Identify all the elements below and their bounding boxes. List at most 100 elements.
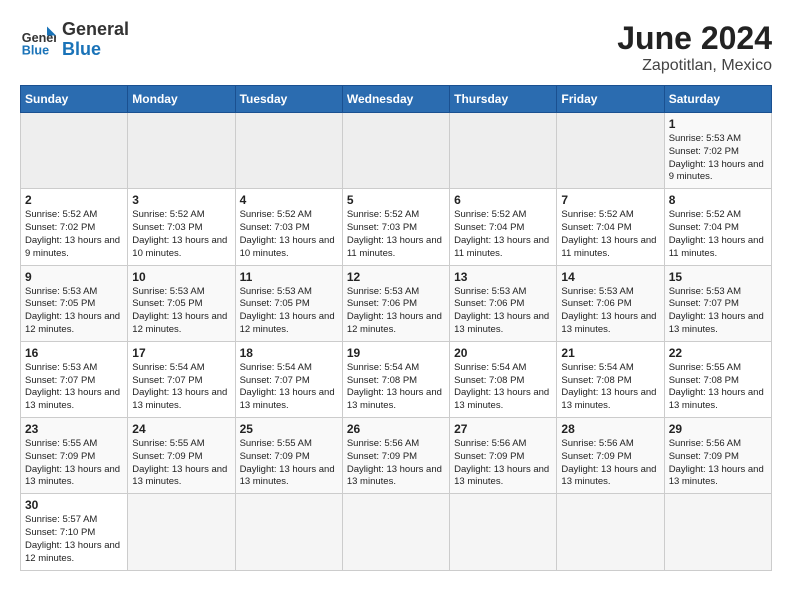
calendar-cell <box>342 113 449 189</box>
day-number: 14 <box>561 270 659 284</box>
svg-text:Blue: Blue <box>22 43 49 57</box>
day-number: 19 <box>347 346 445 360</box>
day-number: 6 <box>454 193 552 207</box>
calendar-cell: 17Sunrise: 5:54 AM Sunset: 7:07 PM Dayli… <box>128 341 235 417</box>
calendar-cell: 7 Sunrise: 5:52 AM Sunset: 7:04 PM Daylig… <box>557 189 664 265</box>
calendar-cell: 16 Sunrise: 5:53 AM Sunset: 7:07 PM Dayli… <box>21 341 128 417</box>
calendar-cell <box>450 494 557 570</box>
logo-icon: General Blue <box>20 22 56 58</box>
title-block: June 2024 Zapotitlan, Mexico <box>617 20 772 75</box>
calendar-cell: 27 Sunrise: 5:56 AM Sunset: 7:09 PM Dayli… <box>450 418 557 494</box>
day-number: 9 <box>25 270 123 284</box>
calendar-cell: 15Sunrise: 5:53 AM Sunset: 7:07 PM Dayli… <box>664 265 771 341</box>
day-info: Sunrise: 5:55 AM Sunset: 7:09 PM Dayligh… <box>240 438 338 489</box>
calendar-cell <box>450 113 557 189</box>
day-info: Sunrise: 5:55 AM Sunset: 7:08 PM Dayligh… <box>669 362 767 413</box>
day-info: Sunrise: 5:53 AM Sunset: 7:07 PM Dayligh… <box>669 286 767 337</box>
page-header: General Blue General Blue June 2024 Zapo… <box>20 20 772 75</box>
day-info: Sunrise: 5:52 AM Sunset: 7:03 PM Dayligh… <box>132 209 230 260</box>
calendar-cell: 18 Sunrise: 5:54 AM Sunset: 7:07 PM Dayli… <box>235 341 342 417</box>
day-info: Sunrise: 5:53 AM Sunset: 7:05 PM Dayligh… <box>132 286 230 337</box>
weekday-header-saturday: Saturday <box>664 86 771 113</box>
day-number: 25 <box>240 422 338 436</box>
day-info: Sunrise: 5:53 AM Sunset: 7:02 PM Dayligh… <box>669 133 767 184</box>
calendar-cell: 2 Sunrise: 5:52 AM Sunset: 7:02 PM Daylig… <box>21 189 128 265</box>
day-number: 7 <box>561 193 659 207</box>
day-info: Sunrise: 5:52 AM Sunset: 7:04 PM Dayligh… <box>669 209 767 260</box>
calendar-cell: 12Sunrise: 5:53 AM Sunset: 7:06 PM Dayli… <box>342 265 449 341</box>
day-number: 18 <box>240 346 338 360</box>
day-info: Sunrise: 5:54 AM Sunset: 7:08 PM Dayligh… <box>454 362 552 413</box>
day-info: Sunrise: 5:52 AM Sunset: 7:04 PM Dayligh… <box>561 209 659 260</box>
calendar-cell: 3 Sunrise: 5:52 AM Sunset: 7:03 PM Daylig… <box>128 189 235 265</box>
day-info: Sunrise: 5:53 AM Sunset: 7:07 PM Dayligh… <box>25 362 123 413</box>
weekday-header-thursday: Thursday <box>450 86 557 113</box>
calendar-cell: 22Sunrise: 5:55 AM Sunset: 7:08 PM Dayli… <box>664 341 771 417</box>
calendar-cell <box>664 494 771 570</box>
calendar-cell: 21Sunrise: 5:54 AM Sunset: 7:08 PM Dayli… <box>557 341 664 417</box>
calendar-cell <box>557 494 664 570</box>
day-number: 4 <box>240 193 338 207</box>
day-info: Sunrise: 5:53 AM Sunset: 7:06 PM Dayligh… <box>454 286 552 337</box>
calendar-cell: 5 Sunrise: 5:52 AM Sunset: 7:03 PM Daylig… <box>342 189 449 265</box>
day-number: 13 <box>454 270 552 284</box>
day-info: Sunrise: 5:56 AM Sunset: 7:09 PM Dayligh… <box>454 438 552 489</box>
calendar-cell: 30 Sunrise: 5:57 AM Sunset: 7:10 PM Dayli… <box>21 494 128 570</box>
calendar-cell: 29Sunrise: 5:56 AM Sunset: 7:09 PM Dayli… <box>664 418 771 494</box>
day-number: 5 <box>347 193 445 207</box>
day-number: 1 <box>669 117 767 131</box>
weekday-header-monday: Monday <box>128 86 235 113</box>
day-number: 30 <box>25 498 123 512</box>
calendar-cell: 24Sunrise: 5:55 AM Sunset: 7:09 PM Dayli… <box>128 418 235 494</box>
calendar-cell: 4Sunrise: 5:52 AM Sunset: 7:03 PM Daylig… <box>235 189 342 265</box>
calendar-cell: 8 Sunrise: 5:52 AM Sunset: 7:04 PM Daylig… <box>664 189 771 265</box>
calendar-table: SundayMondayTuesdayWednesdayThursdayFrid… <box>20 85 772 571</box>
page-title: June 2024 <box>617 20 772 57</box>
day-info: Sunrise: 5:55 AM Sunset: 7:09 PM Dayligh… <box>25 438 123 489</box>
calendar-cell: 13 Sunrise: 5:53 AM Sunset: 7:06 PM Dayli… <box>450 265 557 341</box>
calendar-cell <box>21 113 128 189</box>
day-number: 3 <box>132 193 230 207</box>
day-info: Sunrise: 5:57 AM Sunset: 7:10 PM Dayligh… <box>25 514 123 565</box>
weekday-header-sunday: Sunday <box>21 86 128 113</box>
day-info: Sunrise: 5:56 AM Sunset: 7:09 PM Dayligh… <box>561 438 659 489</box>
calendar-cell <box>128 494 235 570</box>
calendar-cell <box>342 494 449 570</box>
day-number: 12 <box>347 270 445 284</box>
day-info: Sunrise: 5:52 AM Sunset: 7:03 PM Dayligh… <box>347 209 445 260</box>
calendar-header: SundayMondayTuesdayWednesdayThursdayFrid… <box>21 86 772 113</box>
calendar-cell <box>557 113 664 189</box>
calendar-cell <box>235 494 342 570</box>
day-number: 28 <box>561 422 659 436</box>
day-info: Sunrise: 5:53 AM Sunset: 7:05 PM Dayligh… <box>25 286 123 337</box>
day-number: 27 <box>454 422 552 436</box>
calendar-cell <box>235 113 342 189</box>
calendar-cell: 26 Sunrise: 5:56 AM Sunset: 7:09 PM Dayli… <box>342 418 449 494</box>
day-number: 23 <box>25 422 123 436</box>
logo-text-blue: Blue <box>62 40 129 60</box>
day-info: Sunrise: 5:52 AM Sunset: 7:04 PM Dayligh… <box>454 209 552 260</box>
logo: General Blue General Blue <box>20 20 129 60</box>
calendar-cell: 1 Sunrise: 5:53 AM Sunset: 7:02 PM Daylig… <box>664 113 771 189</box>
calendar-cell: 11Sunrise: 5:53 AM Sunset: 7:05 PM Dayli… <box>235 265 342 341</box>
calendar-cell: 10 Sunrise: 5:53 AM Sunset: 7:05 PM Dayli… <box>128 265 235 341</box>
calendar-cell: 14Sunrise: 5:53 AM Sunset: 7:06 PM Dayli… <box>557 265 664 341</box>
day-number: 11 <box>240 270 338 284</box>
logo-text-general: General <box>62 20 129 40</box>
day-number: 20 <box>454 346 552 360</box>
calendar-cell: 28 Sunrise: 5:56 AM Sunset: 7:09 PM Dayli… <box>557 418 664 494</box>
day-number: 26 <box>347 422 445 436</box>
calendar-cell: 25 Sunrise: 5:55 AM Sunset: 7:09 PM Dayli… <box>235 418 342 494</box>
calendar-cell: 20 Sunrise: 5:54 AM Sunset: 7:08 PM Dayli… <box>450 341 557 417</box>
day-info: Sunrise: 5:54 AM Sunset: 7:07 PM Dayligh… <box>240 362 338 413</box>
weekday-header-tuesday: Tuesday <box>235 86 342 113</box>
day-number: 8 <box>669 193 767 207</box>
day-number: 21 <box>561 346 659 360</box>
day-number: 16 <box>25 346 123 360</box>
day-info: Sunrise: 5:56 AM Sunset: 7:09 PM Dayligh… <box>347 438 445 489</box>
calendar-cell: 19Sunrise: 5:54 AM Sunset: 7:08 PM Dayli… <box>342 341 449 417</box>
day-number: 10 <box>132 270 230 284</box>
day-info: Sunrise: 5:52 AM Sunset: 7:02 PM Dayligh… <box>25 209 123 260</box>
day-number: 2 <box>25 193 123 207</box>
weekday-header-wednesday: Wednesday <box>342 86 449 113</box>
